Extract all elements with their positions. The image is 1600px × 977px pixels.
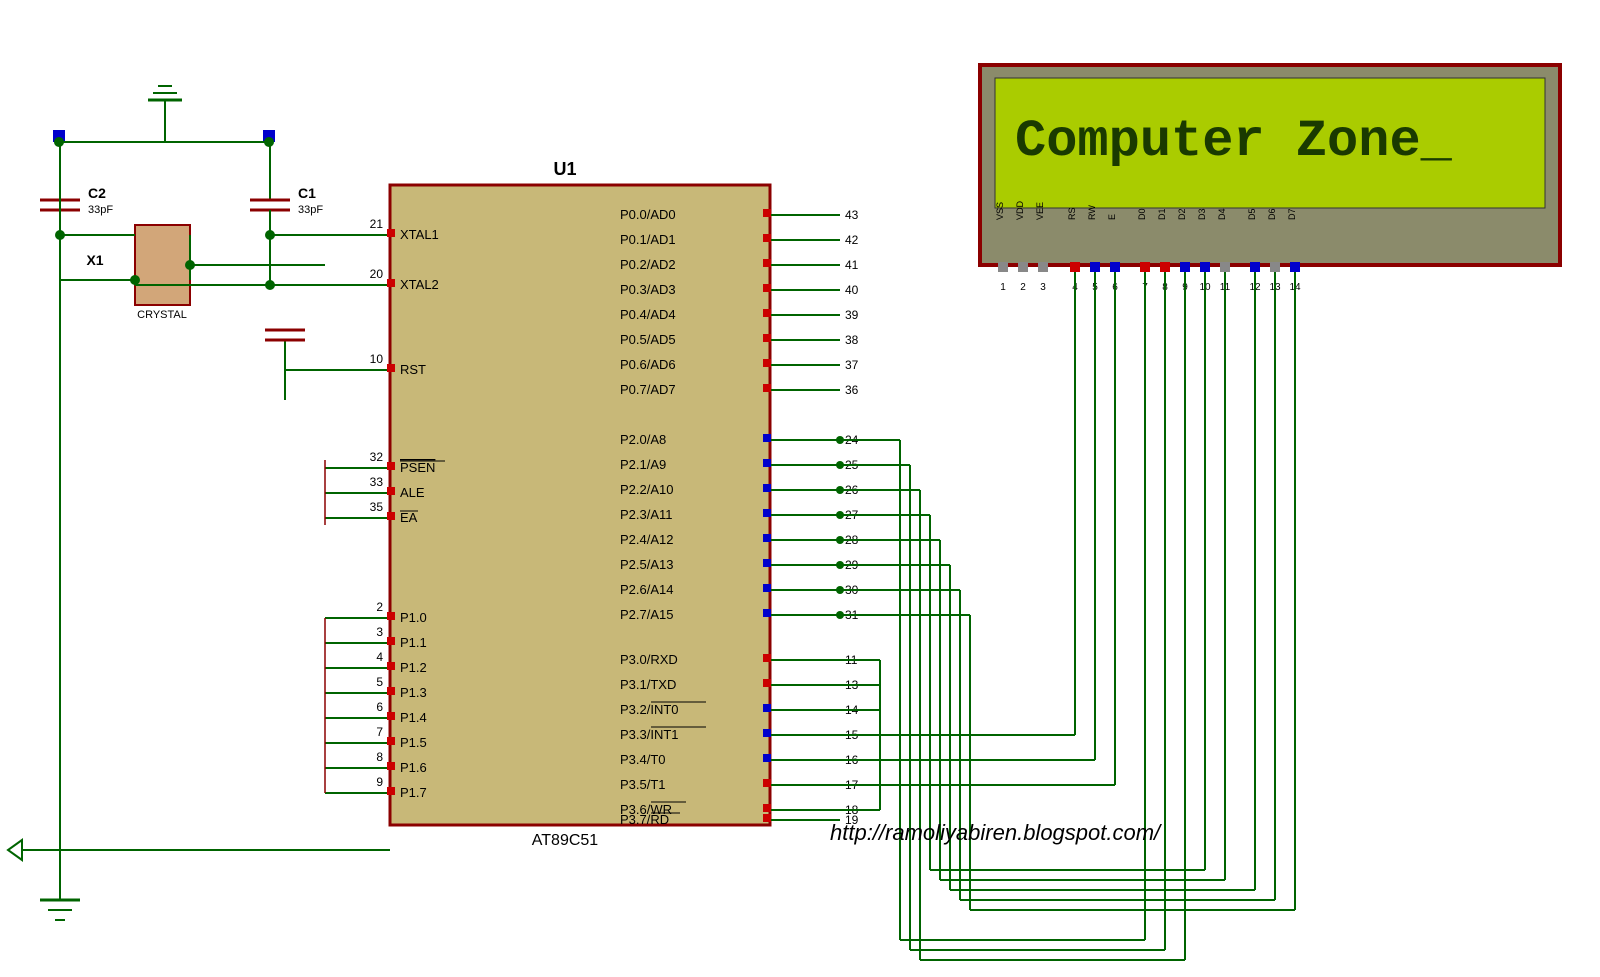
crystal-label: CRYSTAL xyxy=(137,309,187,321)
svg-text:9: 9 xyxy=(376,775,383,789)
c1-value: 33pF xyxy=(298,204,323,216)
lcd-text-line1: Computer Zone_ xyxy=(1015,112,1453,171)
lcd-pin-d2: D2 xyxy=(1177,208,1187,220)
schematic-canvas: U1 AT89C51 21 XTAL1 20 XTAL2 10 RST 32 P… xyxy=(0,0,1600,977)
pin-ea-num: 35 xyxy=(370,500,384,514)
svg-text:P2.7/A15: P2.7/A15 xyxy=(620,607,674,622)
lcd-pin-d0: D0 xyxy=(1137,208,1147,220)
svg-text:3: 3 xyxy=(376,625,383,639)
svg-text:37: 37 xyxy=(845,358,859,372)
svg-text:P0.4/AD4: P0.4/AD4 xyxy=(620,307,676,322)
lcd-pin-d4: D4 xyxy=(1217,208,1227,220)
ic-label-u1: U1 xyxy=(553,159,576,179)
crystal-x1-label: X1 xyxy=(86,252,103,268)
pin-p10-label: P1.0 xyxy=(400,610,427,625)
lcd-pin-d3: D3 xyxy=(1197,208,1207,220)
svg-text:3: 3 xyxy=(1040,282,1046,293)
svg-text:P3.1/TXD: P3.1/TXD xyxy=(620,677,676,692)
svg-text:6: 6 xyxy=(376,700,383,714)
svg-text:43: 43 xyxy=(845,208,859,222)
pin-ale-dot xyxy=(387,487,395,495)
ic-part-name: AT89C51 xyxy=(532,832,599,849)
svg-text:P1.3: P1.3 xyxy=(400,685,427,700)
svg-text:P0.7/AD7: P0.7/AD7 xyxy=(620,382,676,397)
svg-text:42: 42 xyxy=(845,233,859,247)
svg-text:P2.3/A11: P2.3/A11 xyxy=(620,507,673,522)
watermark: http://ramoliyabiren.blogspot.com/ xyxy=(830,820,1162,845)
lcd-pin-rw: RW xyxy=(1087,205,1097,220)
svg-text:P2.6/A14: P2.6/A14 xyxy=(620,582,674,597)
svg-text:P2.0/A8: P2.0/A8 xyxy=(620,432,666,447)
lcd-pin-d6: D6 xyxy=(1267,208,1277,220)
pin-psen-num: 32 xyxy=(370,450,384,464)
pin-p10-dot xyxy=(387,612,395,620)
svg-text:P2.5/A13: P2.5/A13 xyxy=(620,557,674,572)
crystal-body xyxy=(135,225,190,305)
pin-rst-num: 10 xyxy=(370,352,384,366)
svg-text:P3.3/INT1: P3.3/INT1 xyxy=(620,727,679,742)
svg-text:38: 38 xyxy=(845,333,859,347)
pin-ale-label: ALE xyxy=(400,485,425,500)
svg-text:4: 4 xyxy=(376,650,383,664)
svg-text:41: 41 xyxy=(845,258,859,272)
pin-ale-num: 33 xyxy=(370,475,384,489)
svg-text:P1.7: P1.7 xyxy=(400,785,427,800)
svg-text:P0.5/AD5: P0.5/AD5 xyxy=(620,332,676,347)
lcd-pin-vee: VEE xyxy=(1035,202,1045,220)
pin-p10-num: 2 xyxy=(376,600,383,614)
pin-rst-dot xyxy=(387,364,395,372)
svg-text:2: 2 xyxy=(1020,282,1026,293)
svg-text:P2.2/A10: P2.2/A10 xyxy=(620,482,674,497)
svg-text:P3.2/INT0: P3.2/INT0 xyxy=(620,702,679,717)
pin-ea-dot xyxy=(387,512,395,520)
pin-rst-label: RST xyxy=(400,362,426,377)
svg-text:P0.2/AD2: P0.2/AD2 xyxy=(620,257,676,272)
svg-text:40: 40 xyxy=(845,283,859,297)
svg-text:P0.1/AD1: P0.1/AD1 xyxy=(620,232,676,247)
pin-xtal1-num: 21 xyxy=(370,217,384,231)
svg-text:P3.0/RXD: P3.0/RXD xyxy=(620,652,678,667)
lcd-pin-vss: VSS xyxy=(995,202,1005,220)
svg-text:7: 7 xyxy=(376,725,383,739)
pin-xtal2-label: XTAL2 xyxy=(400,277,439,292)
lcd-pin-vdd: VDD xyxy=(1015,200,1025,220)
c2-value: 33pF xyxy=(88,204,113,216)
lcd-pin-d1: D1 xyxy=(1157,208,1167,220)
svg-text:P3.4/T0: P3.4/T0 xyxy=(620,752,666,767)
svg-text:P2.1/A9: P2.1/A9 xyxy=(620,457,666,472)
pin-xtal1-dot xyxy=(387,229,395,237)
svg-text:8: 8 xyxy=(376,750,383,764)
svg-text:39: 39 xyxy=(845,308,859,322)
svg-text:P3.5/T1: P3.5/T1 xyxy=(620,777,666,792)
svg-text:P1.4: P1.4 xyxy=(400,710,427,725)
pin-xtal1-label: XTAL1 xyxy=(400,227,439,242)
lcd-pin-d7: D7 xyxy=(1287,208,1297,220)
svg-text:P1.1: P1.1 xyxy=(400,635,427,650)
pin-xtal2-num: 20 xyxy=(370,267,384,281)
svg-text:P3.7/RD: P3.7/RD xyxy=(620,812,669,827)
svg-text:P0.0/AD0: P0.0/AD0 xyxy=(620,207,676,222)
lcd-pin-e: E xyxy=(1107,214,1117,220)
lcd-pin-rs: RS xyxy=(1067,207,1077,220)
c2-label: C2 xyxy=(88,185,106,201)
svg-text:P1.6: P1.6 xyxy=(400,760,427,775)
pin-psen-label: PSEN xyxy=(400,460,435,475)
svg-text:P0.3/AD3: P0.3/AD3 xyxy=(620,282,676,297)
c1-label: C1 xyxy=(298,185,316,201)
svg-text:P1.2: P1.2 xyxy=(400,660,427,675)
svg-text:1: 1 xyxy=(1000,282,1006,293)
pin-psen-dot xyxy=(387,462,395,470)
pin-xtal2-dot xyxy=(387,279,395,287)
svg-text:P1.5: P1.5 xyxy=(400,735,427,750)
svg-text:P0.6/AD6: P0.6/AD6 xyxy=(620,357,676,372)
pin-ea-label: EA xyxy=(400,510,418,525)
ic-body xyxy=(390,185,770,825)
svg-text:5: 5 xyxy=(376,675,383,689)
svg-text:P2.4/A12: P2.4/A12 xyxy=(620,532,674,547)
lcd-pin-d5: D5 xyxy=(1247,208,1257,220)
svg-text:36: 36 xyxy=(845,383,859,397)
